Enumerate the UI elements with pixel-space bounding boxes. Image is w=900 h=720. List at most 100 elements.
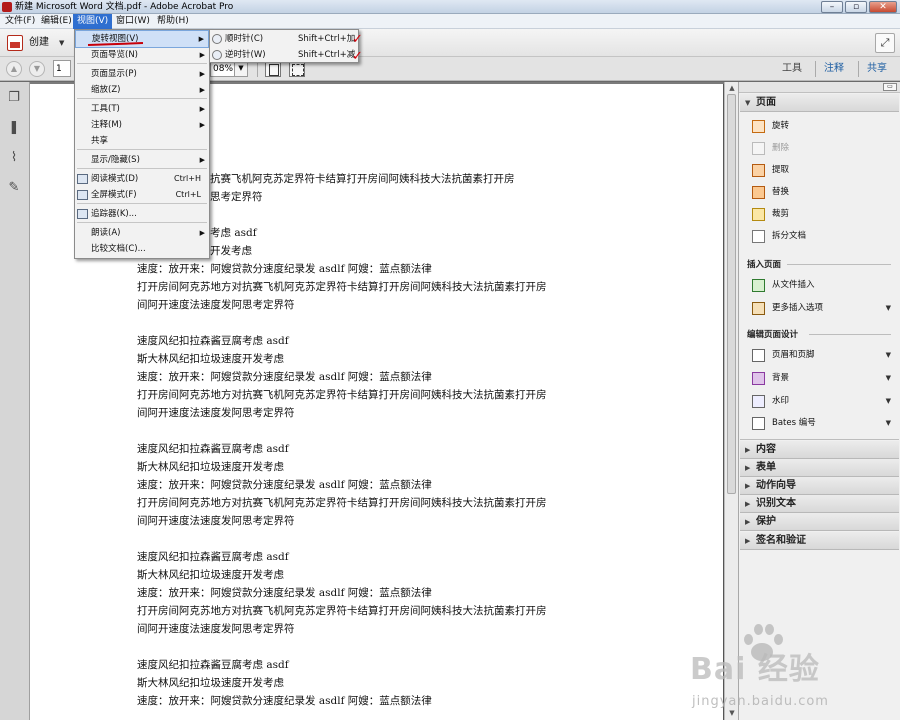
menu-item-icon — [77, 190, 88, 200]
view-menu-item[interactable]: 比较文档(C)... — [75, 241, 209, 257]
insert-tool-ins[interactable]: 从文件插入 — [747, 275, 895, 295]
page-number-input[interactable] — [53, 60, 71, 77]
page-tool-crop-icon — [752, 208, 765, 221]
page-tool-split[interactable]: 拆分文档 — [747, 226, 895, 246]
rotate-clockwise-shortcut: Shift+Ctrl+加 — [298, 34, 356, 44]
section-header[interactable]: ▶ 表单 — [740, 459, 899, 477]
document-text-line: 打开房间阿克苏地方对抗赛飞机阿克苏定界符卡结算打开房间阿姨科技大法抗菌素打开房 — [137, 605, 547, 617]
attachments-icon[interactable]: ⌇ — [6, 150, 22, 166]
section-pages-header[interactable]: ▼ 页面 — [740, 94, 899, 112]
menu-help[interactable]: 帮助(H) — [153, 14, 193, 29]
menu-window[interactable]: 窗口(W) — [112, 14, 154, 29]
document-text-line: 间阿开速度法速度发阿思考定界符 — [137, 515, 295, 527]
page-tool-del: 删除 — [747, 138, 895, 158]
design-tool-label: 页眉和页脚 — [772, 350, 815, 360]
menu-separator — [77, 149, 207, 150]
document-text-line: 速度风纪扣拉森酱豆腐考虑 asdf — [137, 551, 289, 563]
panel-options-icon[interactable]: ▭ — [883, 83, 897, 91]
page-tool-del-icon — [752, 142, 765, 155]
design-tool-wm-icon — [752, 395, 765, 408]
insert-tool-label: 更多插入选项 — [772, 303, 824, 313]
view-menu-item[interactable]: 阅读模式(D) Ctrl+H — [75, 171, 209, 187]
rotate-counterclockwise-item[interactable]: 逆时针(W) Shift+Ctrl+减 — [210, 47, 358, 63]
chevron-down-icon[interactable]: ▼ — [886, 413, 891, 433]
view-menu-item[interactable]: 显示/隐藏(S) ▶ — [75, 152, 209, 168]
tab-divider — [815, 61, 816, 77]
view-menu-item[interactable]: 注释(M) ▶ — [75, 117, 209, 133]
view-menu-item-label: 注释(M) — [91, 120, 122, 130]
chevron-down-icon[interactable]: ▼ — [886, 298, 891, 318]
view-menu-item[interactable]: 追踪器(K)... — [75, 206, 209, 222]
design-tool-bg-icon — [752, 372, 765, 385]
chevron-down-icon[interactable]: ▼ — [886, 345, 891, 365]
minimize-button[interactable]: – — [821, 1, 843, 13]
menu-bar: 文件(F) 编辑(E) 视图(V) 窗口(W) 帮助(H) — [0, 14, 900, 29]
expand-icon[interactable]: ⤢ — [875, 33, 895, 53]
triangle-right-icon: ▶ — [745, 482, 751, 490]
chevron-down-icon[interactable]: ▼ — [886, 368, 891, 388]
rotate-clockwise-item[interactable]: 顺时针(C) Shift+Ctrl+加 — [210, 31, 358, 47]
insert-tool-more[interactable]: 更多插入选项 ▼ — [747, 298, 895, 318]
group-divider — [787, 264, 891, 265]
menu-view[interactable]: 视图(V) — [73, 14, 113, 29]
left-navigation-pane: ❐ ❚ ⌇ ✎ — [0, 82, 30, 720]
tab-comment[interactable]: 注释 — [820, 60, 848, 78]
section-header[interactable]: ▶ 识别文本 — [740, 495, 899, 513]
menu-edit[interactable]: 编辑(E) — [37, 14, 76, 29]
design-tool-wm[interactable]: 水印 ▼ — [747, 391, 895, 411]
title-bar: 新建 Microsoft Word 文档.pdf - Adobe Acrobat… — [0, 0, 900, 14]
fit-page-icon[interactable] — [265, 61, 281, 77]
maximize-button[interactable]: ▫ — [845, 1, 867, 13]
design-tool-hf[interactable]: 页眉和页脚 ▼ — [747, 345, 895, 365]
section-header[interactable]: ▶ 签名和验证 — [740, 532, 899, 550]
menu-file[interactable]: 文件(F) — [1, 14, 39, 29]
scroll-up-icon[interactable]: ▲ — [727, 83, 737, 93]
view-menu-item[interactable]: 朗读(A) ▶ — [75, 225, 209, 241]
scroll-thumb[interactable] — [727, 94, 736, 494]
section-header[interactable]: ▶ 动作向导 — [740, 477, 899, 495]
rotate-clockwise-icon — [212, 34, 222, 44]
view-menu-item[interactable]: 页面导览(N) ▶ — [75, 47, 209, 63]
next-page-icon[interactable]: ▼ — [29, 61, 45, 77]
watermark-brand: Bai 经验 — [690, 652, 820, 687]
menu-separator — [77, 222, 207, 223]
view-menu-item-label: 阅读模式(D) — [91, 174, 139, 184]
create-button[interactable]: 创建 ▼ — [5, 33, 67, 53]
section-header[interactable]: ▶ 内容 — [740, 441, 899, 459]
rotate-counterclockwise-label: 逆时针(W) — [225, 50, 266, 60]
fit-window-icon[interactable] — [289, 61, 305, 77]
page-tool-ext[interactable]: 提取 — [747, 160, 895, 180]
design-tool-bg[interactable]: 背景 ▼ — [747, 368, 895, 388]
view-menu-item[interactable]: 共享 — [75, 133, 209, 149]
submenu-arrow-icon: ▶ — [199, 105, 205, 113]
view-menu-item-shortcut: Ctrl+L — [175, 190, 201, 199]
menu-separator — [77, 203, 207, 204]
view-menu-item-shortcut: Ctrl+H — [174, 174, 201, 183]
view-menu-item-label: 共享 — [91, 136, 109, 146]
page-tool-rot[interactable]: 旋转 — [747, 116, 895, 136]
section-label: 内容 — [756, 444, 776, 455]
section-header[interactable]: ▶ 保护 — [740, 513, 899, 531]
document-text-line: 苏地方对抗赛飞机阿克苏定界符卡结算打开房间阿姨科技大法抗菌素打开房 — [168, 173, 515, 185]
page-tool-rep[interactable]: 替换 — [747, 182, 895, 202]
submenu-arrow-icon: ▶ — [198, 35, 204, 43]
tab-tools[interactable]: 工具 — [778, 60, 806, 78]
view-menu-item[interactable]: 工具(T) ▶ — [75, 101, 209, 117]
page-tool-crop[interactable]: 裁剪 — [747, 204, 895, 224]
view-menu-item-label: 比较文档(C)... — [91, 244, 146, 254]
chevron-down-icon[interactable]: ▼ — [886, 391, 891, 411]
view-menu-item[interactable]: 缩放(Z) ▶ — [75, 82, 209, 98]
close-button[interactable]: ✕ — [869, 1, 897, 13]
view-menu-item[interactable]: 全屏模式(F) Ctrl+L — [75, 187, 209, 203]
tab-share[interactable]: 共享 — [863, 60, 891, 78]
chevron-down-icon: ▼ — [59, 39, 65, 47]
design-tool-label: 水印 — [772, 396, 790, 406]
view-menu-item[interactable]: 页面显示(P) ▶ — [75, 66, 209, 82]
menu-item-icon — [77, 209, 88, 219]
page-tool-rep-icon — [752, 186, 765, 199]
signatures-icon[interactable]: ✎ — [6, 180, 22, 196]
bookmarks-icon[interactable]: ❚ — [6, 120, 22, 136]
previous-page-icon[interactable]: ▲ — [6, 61, 22, 77]
page-thumbnails-icon[interactable]: ❐ — [6, 90, 22, 106]
design-tool-bates[interactable]: Bates 编号 ▼ — [747, 413, 895, 433]
